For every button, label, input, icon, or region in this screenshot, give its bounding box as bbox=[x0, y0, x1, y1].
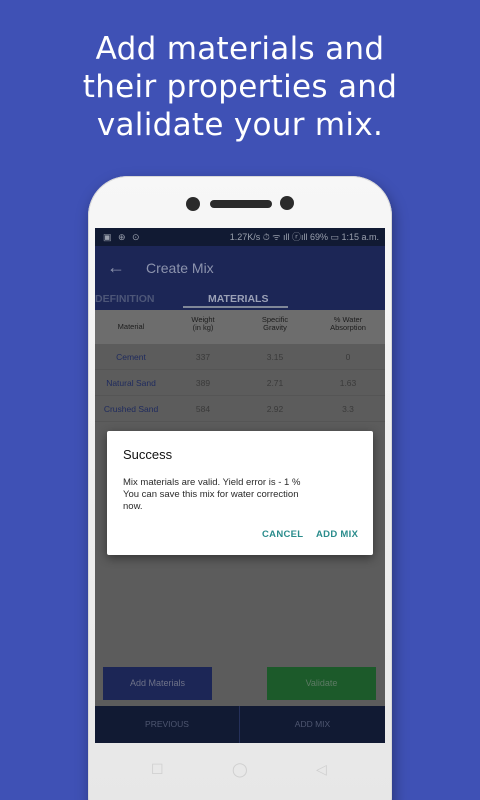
previous-button[interactable]: PREVIOUS bbox=[95, 706, 240, 743]
back-arrow-icon[interactable]: ← bbox=[107, 256, 125, 278]
cell-water-absorption: 3.3 bbox=[342, 404, 354, 414]
cell-weight: 337 bbox=[195, 352, 211, 362]
cell-water-absorption: 0 bbox=[345, 352, 351, 362]
validate-button[interactable]: Validate bbox=[267, 667, 376, 700]
header-material: Material bbox=[117, 322, 145, 331]
headline-line-2: their properties and bbox=[82, 69, 398, 105]
cell-material: Cement bbox=[116, 352, 146, 362]
cell-weight: 389 bbox=[195, 378, 211, 388]
front-camera bbox=[280, 196, 294, 210]
table-row[interactable]: Cement 337 3.15 0 bbox=[95, 344, 385, 370]
header-weight: Weight (in kg) bbox=[191, 315, 215, 332]
dialog-title: Success bbox=[123, 447, 173, 462]
table-row[interactable]: Crushed Sand 584 2.92 3.3 bbox=[95, 396, 385, 422]
sensor-dot bbox=[186, 197, 200, 211]
add-materials-button[interactable]: Add Materials bbox=[103, 667, 212, 700]
notification-icons: ▣ ⊕ ⊙ bbox=[103, 232, 142, 242]
header-water-absorption: % Water Absorption bbox=[330, 315, 366, 332]
tab-indicator bbox=[183, 306, 288, 308]
cell-material: Crushed Sand bbox=[103, 404, 159, 414]
page-title: Create Mix bbox=[146, 260, 214, 276]
home-icon[interactable]: ◯ bbox=[232, 761, 248, 777]
success-dialog: Success Mix materials are valid. Yield e… bbox=[107, 431, 373, 555]
cell-specific-gravity: 2.71 bbox=[266, 378, 284, 388]
dialog-message-line: You can save this mix for water correcti… bbox=[123, 489, 299, 500]
dialog-message-line: now. bbox=[123, 501, 143, 512]
promo-headline: Add materials and their properties and v… bbox=[0, 30, 480, 144]
status-indicators: 1.27K/s ⏱ ᯤ ıll ⓡıll 69% ▭ 1:15 a.m. bbox=[229, 232, 379, 242]
headline-line-1: Add materials and bbox=[95, 31, 385, 67]
recent-apps-icon[interactable]: ☐ bbox=[151, 761, 164, 777]
cancel-button[interactable]: CANCEL bbox=[262, 529, 303, 540]
bottom-navigation: PREVIOUS ADD MIX bbox=[95, 706, 385, 743]
add-mix-nav-button[interactable]: ADD MIX bbox=[240, 706, 385, 743]
cell-specific-gravity: 2.92 bbox=[266, 404, 284, 414]
status-bar: ▣ ⊕ ⊙ 1.27K/s ⏱ ᯤ ıll ⓡıll 69% ▭ 1:15 a.… bbox=[95, 228, 385, 246]
headline-line-3: validate your mix. bbox=[96, 107, 384, 143]
header-specific-gravity: Specific Gravity bbox=[261, 315, 289, 332]
add-mix-button[interactable]: ADD MIX bbox=[316, 529, 358, 540]
dialog-message: Mix materials are valid. Yield error is … bbox=[123, 477, 353, 513]
tab-definition[interactable]: DEFINITION bbox=[95, 290, 155, 310]
dialog-message-line: Mix materials are valid. Yield error is … bbox=[123, 477, 301, 488]
app-toolbar: ← Create Mix bbox=[95, 246, 385, 290]
table-header: Material Weight (in kg) Specific Gravity %… bbox=[95, 310, 385, 344]
cell-weight: 584 bbox=[195, 404, 211, 414]
cell-water-absorption: 1.63 bbox=[339, 378, 357, 388]
cell-specific-gravity: 3.15 bbox=[266, 352, 284, 362]
back-icon[interactable]: ◁ bbox=[316, 761, 327, 777]
phone-screen: ▣ ⊕ ⊙ 1.27K/s ⏱ ᯤ ıll ⓡıll 69% ▭ 1:15 a.… bbox=[95, 228, 385, 743]
cell-material: Natural Sand bbox=[106, 378, 156, 388]
table-row[interactable]: Natural Sand 389 2.71 1.63 bbox=[95, 370, 385, 396]
hardware-softkeys: ☐ ◯ ◁ bbox=[95, 755, 385, 785]
speaker-grille bbox=[210, 200, 272, 208]
